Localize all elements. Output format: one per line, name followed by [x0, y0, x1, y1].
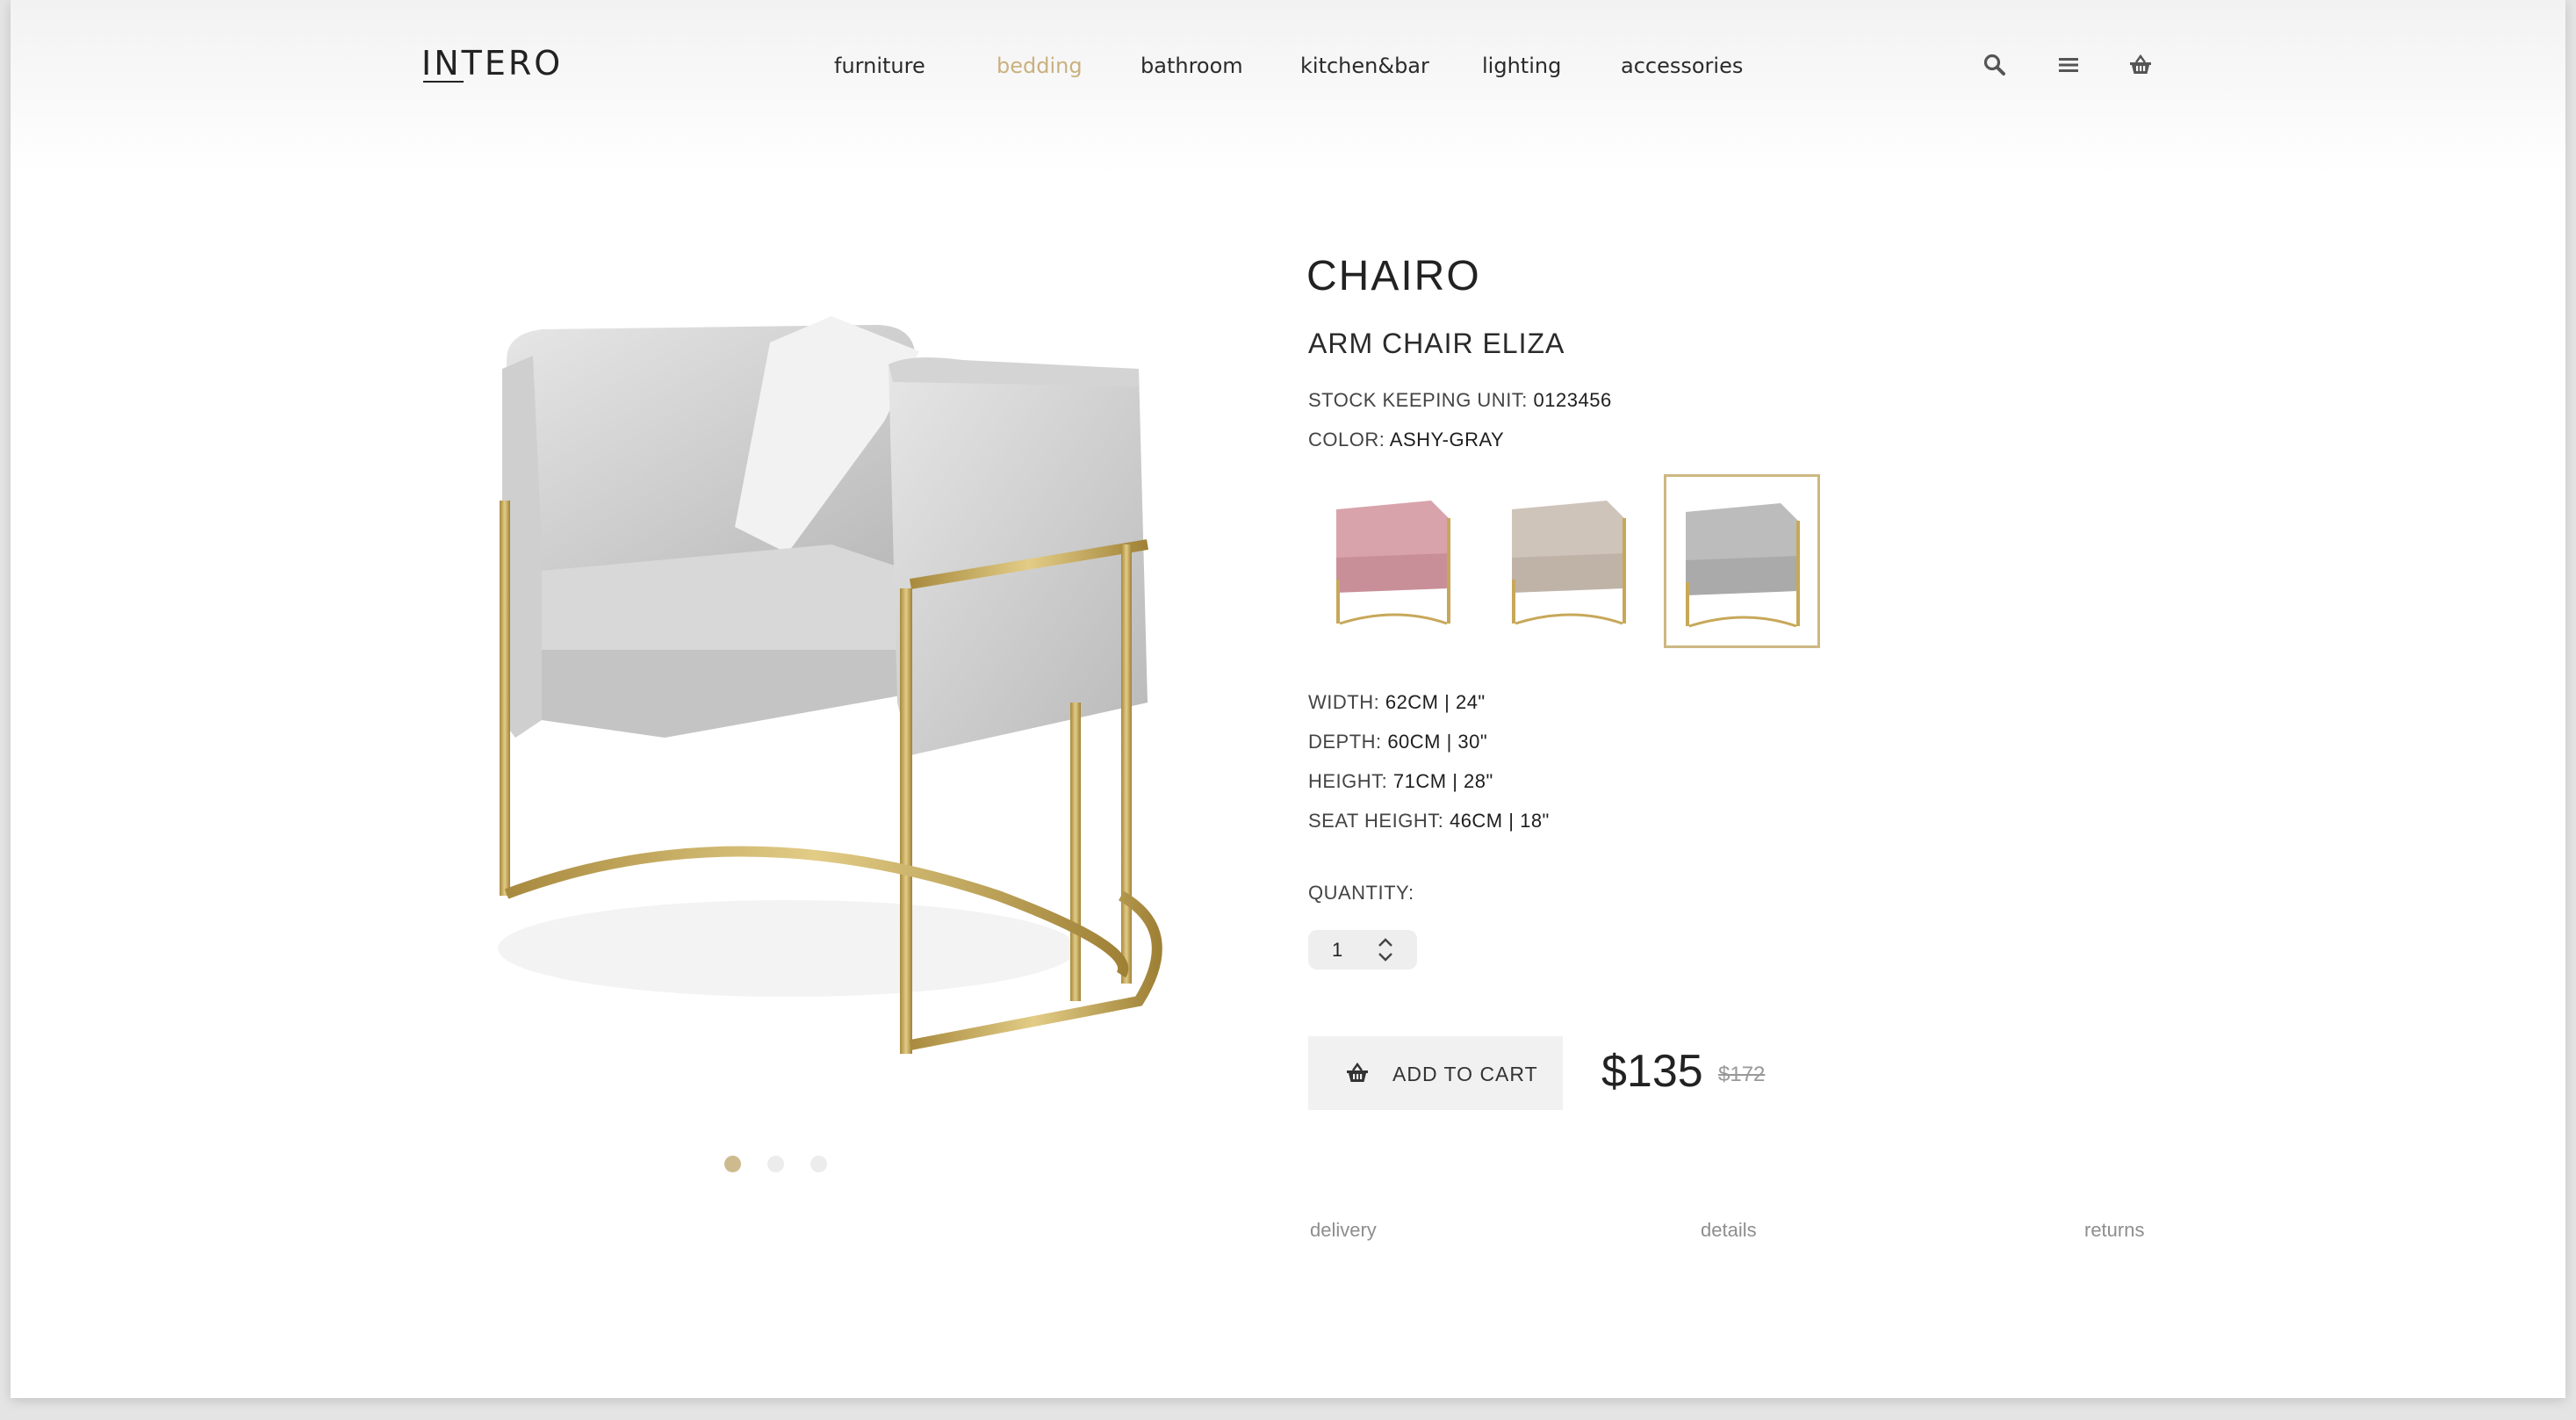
dimension-width: WIDTH: 62CM | 24" [1308, 691, 1486, 714]
sku-value: 0123456 [1533, 389, 1612, 411]
basket-icon [1347, 1062, 1368, 1082]
tab-returns[interactable]: returns [2084, 1219, 2144, 1242]
dimension-label: WIDTH: [1308, 691, 1380, 713]
armchair-thumbnail-icon [1512, 501, 1626, 625]
product-name: ARM CHAIR ELIZA [1308, 328, 1565, 359]
dimension-value: 62CM | 24" [1385, 691, 1486, 713]
dimension-value: 46CM | 18" [1449, 810, 1550, 832]
dimension-label: HEIGHT: [1308, 770, 1388, 792]
nav-item-accessories[interactable]: accessories [1621, 54, 1743, 78]
product-brand: CHAIRO [1306, 253, 1481, 299]
logo-underline [423, 81, 464, 83]
swatch-ashy-gray[interactable] [1664, 474, 1820, 648]
dimension-depth: DEPTH: 60CM | 30" [1308, 731, 1487, 753]
add-to-cart-label: ADD TO CART [1392, 1063, 1538, 1085]
menu-icon[interactable] [2056, 53, 2081, 77]
swatch-beige[interactable] [1493, 474, 1649, 648]
nav-item-bathroom[interactable]: bathroom [1140, 54, 1243, 78]
gallery-dot-2[interactable] [767, 1156, 784, 1172]
nav-item-kitchen-bar[interactable]: kitchen&bar [1300, 54, 1429, 78]
quantity-value[interactable]: 1 [1332, 939, 1342, 962]
quantity-stepper[interactable]: 1 [1308, 930, 1417, 969]
basket-icon[interactable] [2128, 53, 2153, 77]
browser-page: INTERO furniture bedding bathroom kitche… [11, 0, 2565, 1398]
gallery-dot-1[interactable] [724, 1156, 741, 1172]
sku-label: STOCK KEEPING UNIT: [1308, 389, 1528, 411]
sku-row: STOCK KEEPING UNIT: 0123456 [1308, 389, 1612, 412]
dimension-height: HEIGHT: 71CM | 28" [1308, 770, 1493, 793]
armchair-thumbnail-icon [1336, 501, 1450, 625]
product-old-price: $172 [1718, 1063, 1766, 1086]
site-header: INTERO furniture bedding bathroom kitche… [11, 0, 2565, 176]
armchair-thumbnail-icon [1686, 503, 1800, 628]
add-to-cart-button[interactable]: ADD TO CART [1308, 1036, 1563, 1110]
search-icon[interactable] [1982, 53, 2007, 77]
nav-item-lighting[interactable]: lighting [1482, 54, 1561, 78]
dimension-value: 60CM | 30" [1387, 731, 1488, 753]
nav-item-furniture[interactable]: furniture [834, 54, 925, 78]
site-logo[interactable]: INTERO [421, 44, 563, 83]
tab-details[interactable]: details [1701, 1219, 1757, 1242]
color-row: COLOR: ASHY-GRAY [1308, 429, 1504, 451]
swatch-pink[interactable] [1317, 474, 1473, 648]
quantity-label: QUANTITY: [1308, 882, 1414, 904]
dimension-seat-height: SEAT HEIGHT: 46CM | 18" [1308, 810, 1550, 833]
dimension-label: DEPTH: [1308, 731, 1382, 753]
dimension-label: SEAT HEIGHT: [1308, 810, 1444, 832]
tab-delivery[interactable]: delivery [1310, 1219, 1377, 1242]
product-price: $135 [1601, 1046, 1703, 1097]
stepper-arrows-icon[interactable] [1377, 935, 1394, 964]
color-label: COLOR: [1308, 429, 1385, 451]
dimension-value: 71CM | 28" [1392, 770, 1493, 792]
gallery-dot-3[interactable] [810, 1156, 827, 1172]
nav-item-bedding[interactable]: bedding [997, 54, 1083, 78]
color-value: ASHY-GRAY [1389, 429, 1505, 451]
product-image-armchair [498, 316, 1162, 1054]
